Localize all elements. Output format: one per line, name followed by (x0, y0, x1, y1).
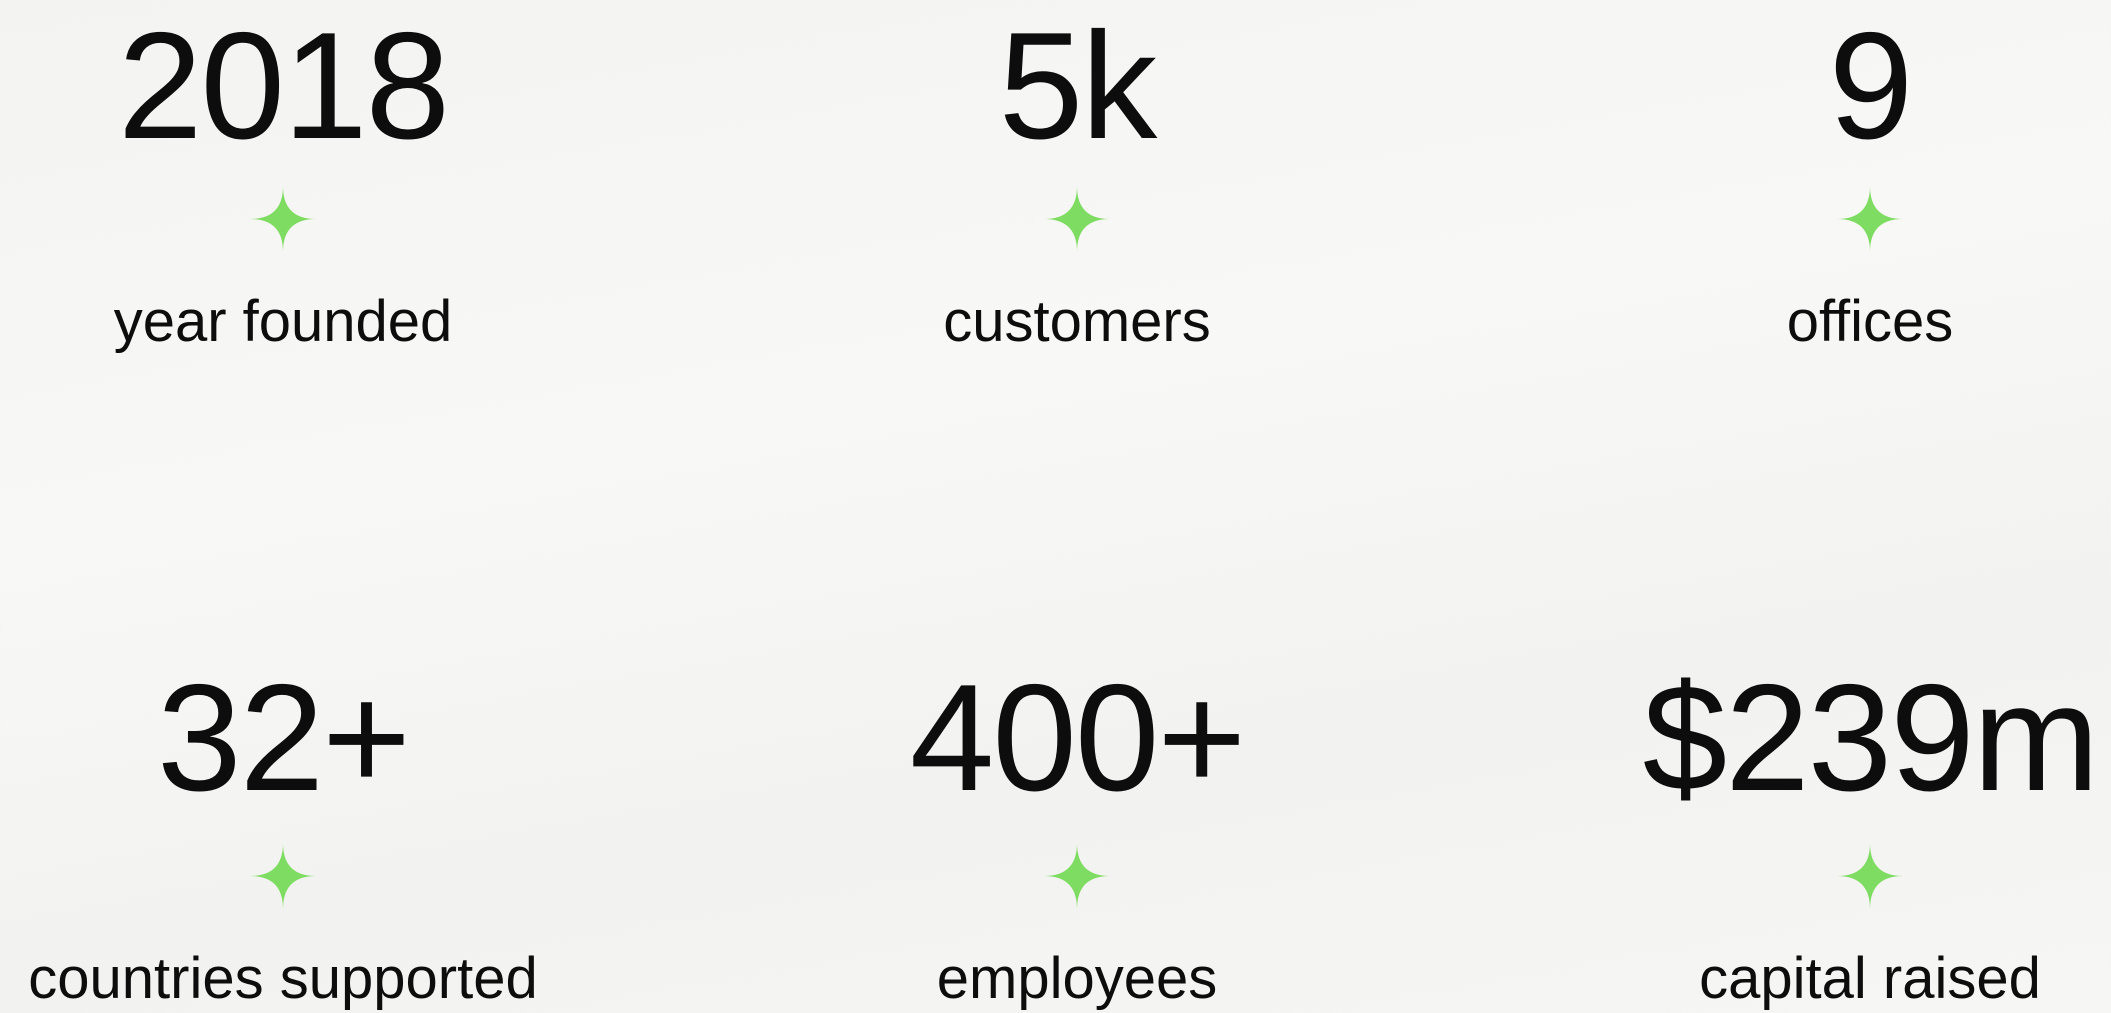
stat-label: capital raised (1699, 946, 2041, 1011)
sparkle-icon (250, 186, 316, 252)
sparkle-icon (1837, 186, 1903, 252)
stat-value: 5k (998, 1, 1158, 171)
stat-label: customers (943, 289, 1211, 354)
sparkle-icon (250, 843, 316, 909)
sparkle-icon (1837, 843, 1903, 909)
sparkle-icon (1044, 186, 1110, 252)
stats-grid: 2018 year founded 5k customers 9 offices… (0, 0, 2111, 1013)
stat-label: employees (936, 946, 1218, 1011)
stat-label: countries supported (28, 946, 538, 1011)
stat-value: 2018 (117, 1, 450, 171)
stat-value: 9 (1828, 1, 1914, 171)
stat-label: year founded (113, 289, 453, 354)
sparkle-icon (1044, 843, 1110, 909)
stat-value: 400+ (909, 653, 1246, 823)
stat-value: $239m (1642, 653, 2100, 823)
stat-label: offices (1786, 289, 1954, 354)
stat-value: 32+ (157, 653, 411, 823)
